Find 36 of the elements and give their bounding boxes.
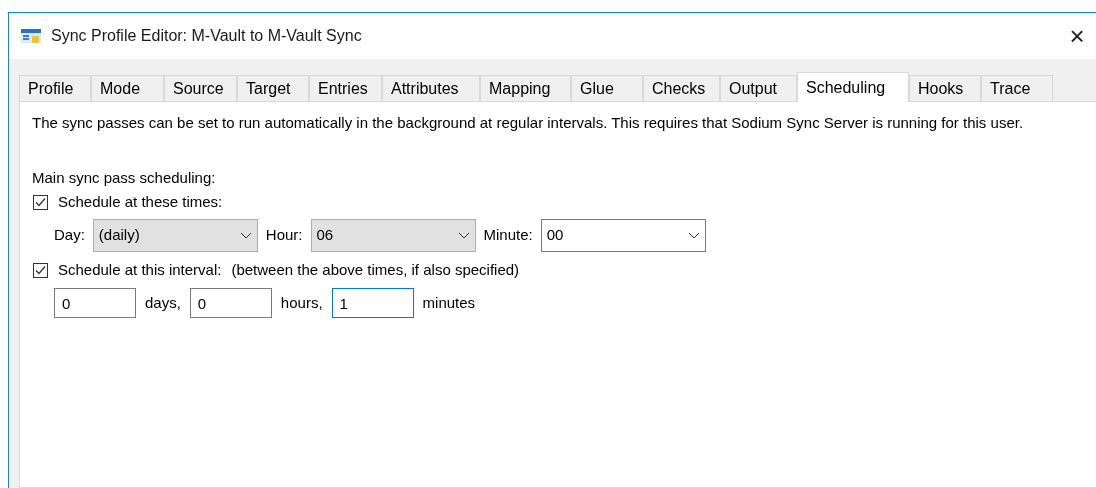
number-field[interactable]: 0 bbox=[54, 288, 136, 318]
checkbox[interactable] bbox=[33, 194, 48, 210]
note-text: (between the above times, if also specified) bbox=[231, 259, 520, 280]
unit-label: hours, bbox=[280, 292, 323, 313]
dropdown[interactable]: 00 bbox=[540, 218, 706, 252]
tab[interactable]: Glue bbox=[571, 75, 643, 101]
checkbox-label: Schedule at this interval: bbox=[58, 259, 222, 280]
chevron-down-icon bbox=[457, 231, 470, 239]
tab[interactable]: Mode bbox=[91, 75, 164, 101]
section-label: Main sync pass scheduling: bbox=[32, 168, 217, 188]
chevron-down-icon bbox=[239, 231, 252, 239]
tab[interactable]: Entries bbox=[309, 75, 382, 101]
tab[interactable]: Target bbox=[237, 75, 309, 101]
tab[interactable]: Profile bbox=[19, 75, 91, 101]
unit-label: minutes bbox=[422, 292, 476, 313]
tab[interactable]: Output bbox=[720, 75, 797, 101]
description-text: The sync passes can be set to run automatically in the background at regular intervals. This requires that Sodium Sync Server is running for this user. bbox=[32, 113, 1025, 133]
checkbox-label: Schedule at these times: bbox=[58, 191, 223, 212]
app-icon bbox=[21, 28, 41, 44]
checkbox[interactable] bbox=[33, 262, 48, 278]
tab[interactable]: Hooks bbox=[909, 75, 981, 101]
window-title: Sync Profile Editor: M-Vault to M-Vault Sync bbox=[51, 26, 362, 46]
chevron-down-icon bbox=[687, 231, 700, 239]
tab[interactable]: Checks bbox=[643, 75, 720, 101]
tab[interactable]: Mapping bbox=[480, 75, 571, 101]
number-field[interactable]: 1 bbox=[331, 288, 414, 318]
tab[interactable]: Source bbox=[164, 75, 237, 101]
dropdown-label: Hour: bbox=[265, 224, 303, 245]
unit-label: days, bbox=[145, 292, 181, 313]
dropdown-label: Minute: bbox=[483, 224, 533, 245]
close-button[interactable]: × bbox=[1062, 21, 1092, 51]
dropdown-label: Day: bbox=[54, 224, 85, 245]
tab[interactable]: Attributes bbox=[382, 75, 480, 101]
number-field[interactable]: 0 bbox=[189, 288, 272, 318]
tab[interactable]: Trace bbox=[981, 75, 1053, 101]
tab[interactable]: Scheduling bbox=[797, 72, 909, 102]
